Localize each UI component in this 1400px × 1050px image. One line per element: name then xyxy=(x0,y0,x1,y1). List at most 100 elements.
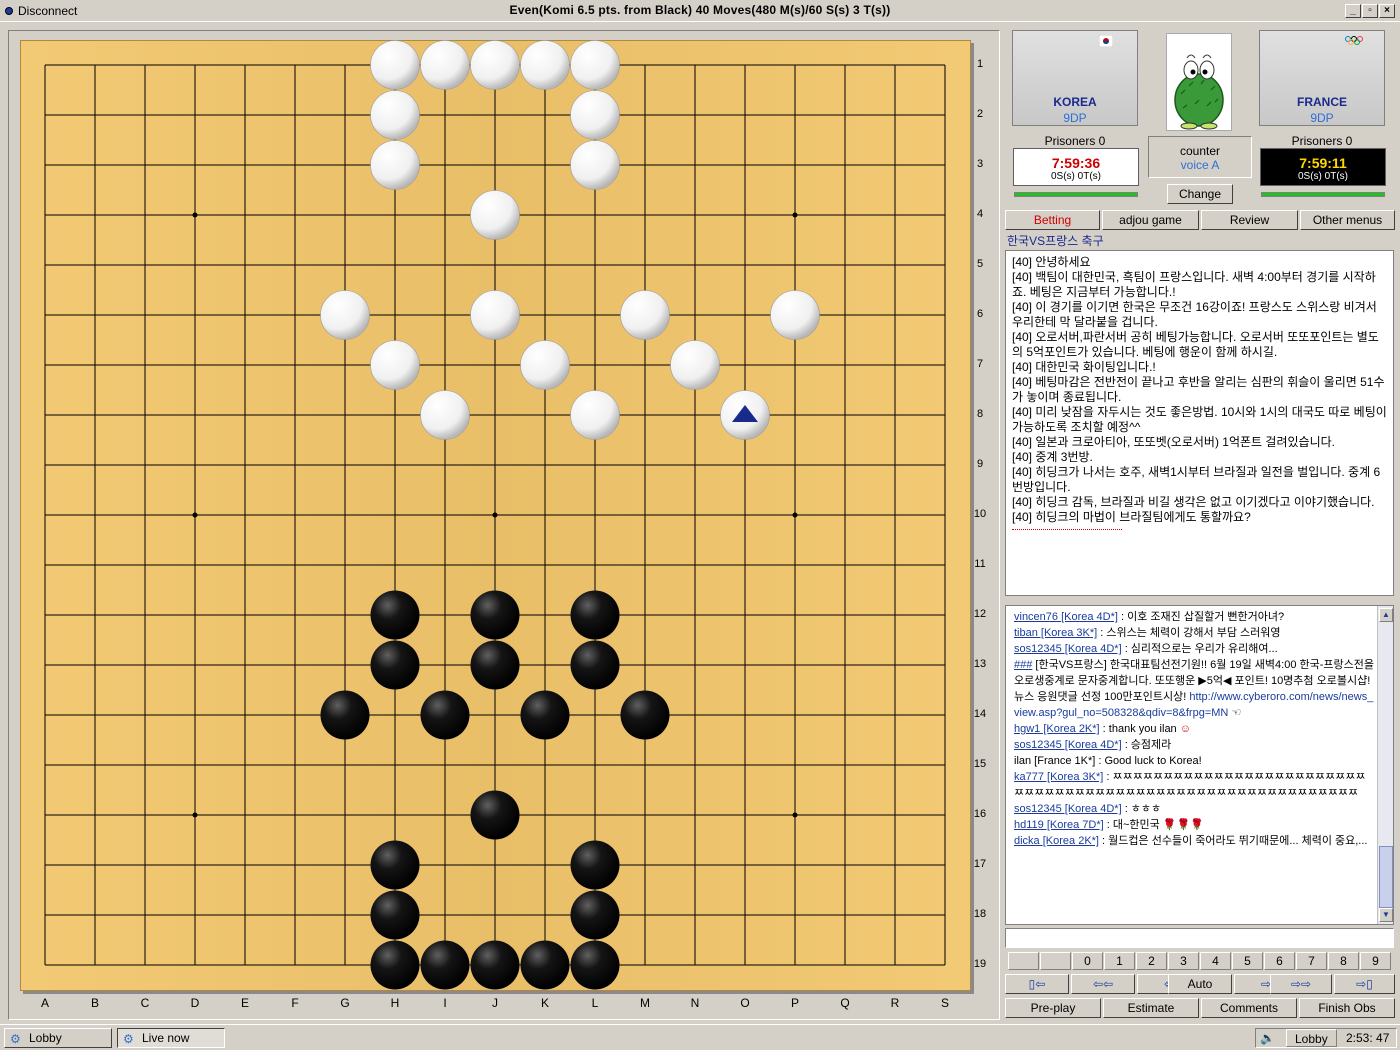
minimize-button[interactable]: _ xyxy=(1345,4,1361,18)
system-tray: 🔈 Lobby 2:53: 47 xyxy=(1255,1028,1397,1048)
white-stone xyxy=(320,290,370,340)
black-stone xyxy=(620,690,670,740)
player-left-prisoners: Prisoners 0 xyxy=(1044,134,1106,148)
row-label: 8 xyxy=(976,408,984,420)
player-right-prisoners: Prisoners 0 xyxy=(1291,134,1353,148)
taskbar-lobby-button[interactable]: ⚙ Lobby xyxy=(4,1028,112,1048)
column-label: K xyxy=(540,996,549,1010)
other-menus-button[interactable]: Other menus xyxy=(1300,210,1395,230)
move-number-button[interactable]: 2 xyxy=(1136,952,1167,970)
forward-ten-button[interactable]: ⇨⇨ xyxy=(1270,974,1332,994)
scroll-up-icon[interactable]: ▲ xyxy=(1379,608,1393,622)
chat-message: sos12345 [Korea 4D*] : 승점제라 xyxy=(1014,737,1375,753)
notice-line: [40] 미리 낮잠을 자두시는 것도 좋은방법. 10시와 1시의 대국도 따… xyxy=(1012,405,1387,434)
row-label: 9 xyxy=(976,458,984,470)
move-number-button[interactable]: 8 xyxy=(1328,952,1359,970)
chat-user-link[interactable]: dicka [Korea 2K*] xyxy=(1014,835,1099,847)
chat-input[interactable] xyxy=(1005,928,1394,948)
adjou-game-button[interactable]: adjou game xyxy=(1102,210,1199,230)
move-number-button[interactable]: 1 xyxy=(1104,952,1135,970)
chat-user-link[interactable]: vincen76 [Korea 4D*] xyxy=(1014,611,1118,623)
move-number-button[interactable]: 9 xyxy=(1360,952,1391,970)
column-label: D xyxy=(190,996,200,1010)
scroll-down-icon[interactable]: ▼ xyxy=(1379,908,1393,922)
player-left-country: KOREA xyxy=(1053,95,1097,109)
row-label: 4 xyxy=(976,208,984,220)
chat-scrollbar[interactable]: ▲ ▼ xyxy=(1377,606,1393,924)
row-label: 1 xyxy=(976,58,984,70)
black-stone xyxy=(570,840,620,890)
chat-text: : 이호 조재진 삽질할거 뻔한거아녀? xyxy=(1117,611,1285,623)
back-ten-button[interactable]: ⇦⇦ xyxy=(1071,974,1135,994)
comments-button[interactable]: Comments xyxy=(1201,998,1297,1018)
pre-play-button[interactable]: Pre-play xyxy=(1005,998,1101,1018)
white-stone xyxy=(570,40,620,90)
black-stone xyxy=(470,940,520,990)
chat-user-link[interactable]: hd119 [Korea 7D*] xyxy=(1014,819,1104,831)
change-button[interactable]: Change xyxy=(1167,184,1233,204)
black-stone xyxy=(370,840,420,890)
move-number-blank-1 xyxy=(1008,952,1039,970)
chat-text: : 승점제라 xyxy=(1121,739,1172,751)
white-stone xyxy=(770,290,820,340)
move-number-button[interactable]: 5 xyxy=(1232,952,1263,970)
chat-text: : 월드컵은 선수들이 죽어라도 뛰기때문에... 체력이 중요,... xyxy=(1099,835,1368,847)
move-number-button[interactable]: 4 xyxy=(1200,952,1231,970)
white-stone xyxy=(420,40,470,90)
black-stone xyxy=(520,690,570,740)
black-stone xyxy=(470,590,520,640)
betting-button[interactable]: Betting xyxy=(1005,210,1100,230)
row-label: 2 xyxy=(976,108,984,120)
counter-label: counter xyxy=(1179,144,1221,158)
white-stone xyxy=(570,90,620,140)
live-icon: ⚙ xyxy=(123,1032,134,1046)
scroll-thumb[interactable] xyxy=(1379,846,1393,908)
chat-message: vincen76 [Korea 4D*] : 이호 조재진 삽질할거 뻔한거아녀… xyxy=(1014,609,1375,625)
black-stone xyxy=(470,790,520,840)
speaker-icon[interactable]: 🔈 xyxy=(1260,1029,1275,1047)
white-stone xyxy=(470,190,520,240)
chat-user-link[interactable]: sos12345 [Korea 4D*] xyxy=(1014,803,1122,815)
star-point xyxy=(192,512,198,518)
tray-lobby-label[interactable]: Lobby xyxy=(1286,1029,1337,1047)
black-stone xyxy=(370,640,420,690)
chat-user-link[interactable]: sos12345 [Korea 4D*] xyxy=(1014,643,1122,655)
chat-message: sos12345 [Korea 4D*] : ㅎㅎㅎ xyxy=(1014,801,1375,817)
chat-message: tiban [Korea 3K*] : 스위스는 체력이 강해서 부담 스러워영 xyxy=(1014,625,1375,641)
close-button[interactable]: × xyxy=(1379,4,1395,18)
column-label: H xyxy=(390,996,400,1010)
player-right-clock: 7:59:11 0S(s) 0T(s) xyxy=(1260,148,1386,186)
auto-button[interactable]: Auto xyxy=(1168,974,1232,994)
white-stone xyxy=(520,340,570,390)
maximize-button[interactable]: ▫ xyxy=(1362,4,1378,18)
chat-user-link[interactable]: sos12345 [Korea 4D*] xyxy=(1014,739,1122,751)
chat-user-link[interactable]: ka777 [Korea 3K*] xyxy=(1014,771,1103,783)
move-number-button[interactable]: 3 xyxy=(1168,952,1199,970)
move-number-blank-2 xyxy=(1040,952,1071,970)
white-stone xyxy=(470,290,520,340)
player-left-time: 7:59:36 xyxy=(1051,155,1101,171)
review-button[interactable]: Review xyxy=(1201,210,1298,230)
board-grid[interactable] xyxy=(20,40,971,991)
chat-user-link[interactable]: ### xyxy=(1014,659,1032,671)
row-label: 10 xyxy=(973,508,987,520)
taskbar-live-button[interactable]: ⚙ Live now xyxy=(117,1028,225,1048)
black-stone xyxy=(320,690,370,740)
first-move-button-2[interactable]: ▯⇦ xyxy=(1005,974,1069,994)
move-number-button[interactable]: 0 xyxy=(1072,952,1103,970)
column-label: A xyxy=(40,996,49,1010)
move-number-button[interactable]: 7 xyxy=(1296,952,1327,970)
title-bar: Disconnect Even(Komi 6.5 pts. from Black… xyxy=(0,0,1400,22)
column-label: C xyxy=(140,996,150,1010)
chat-user-link[interactable]: tiban [Korea 3K*] xyxy=(1014,627,1097,639)
estimate-button[interactable]: Estimate xyxy=(1103,998,1199,1018)
chat-text: ☜ xyxy=(1228,707,1242,719)
chat-user-link[interactable]: hgw1 [Korea 2K*] xyxy=(1014,723,1100,735)
row-label: 16 xyxy=(973,808,987,820)
finish-obs-button[interactable]: Finish Obs xyxy=(1299,998,1395,1018)
black-stone xyxy=(470,640,520,690)
last-move-button[interactable]: ⇨▯ xyxy=(1334,974,1395,994)
move-number-button[interactable]: 6 xyxy=(1264,952,1295,970)
star-point xyxy=(792,512,798,518)
column-label: J xyxy=(492,996,498,1010)
